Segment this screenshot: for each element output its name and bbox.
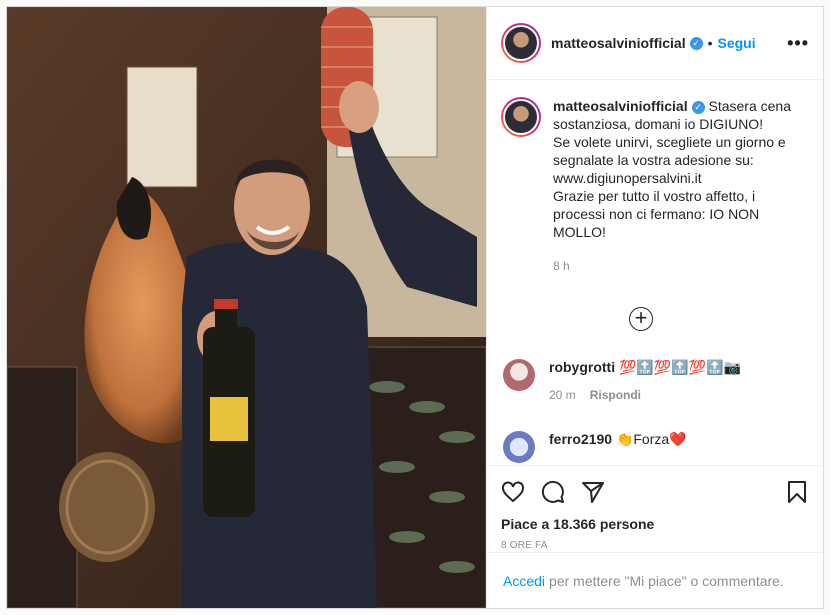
comment-login-prompt: Accedi per mettere "Mi piace" o commenta…: [487, 552, 823, 608]
header-separator: •: [707, 35, 713, 51]
like-heart-icon[interactable]: [501, 477, 541, 507]
load-more-comments-icon[interactable]: +: [629, 307, 653, 331]
caption-avatar[interactable]: [501, 97, 541, 137]
reply-button[interactable]: Rispondi: [590, 388, 641, 402]
login-link[interactable]: Accedi: [503, 573, 545, 589]
commenter-avatar[interactable]: [503, 431, 535, 463]
post-sidebar: matteosalviniofficial ✓ • Segui ••• matt…: [486, 7, 823, 608]
likes-count[interactable]: Piace a 18.366 persone: [501, 516, 809, 532]
comments-area[interactable]: matteosalviniofficial ✓ Stasera cena sost…: [487, 81, 823, 465]
comment-text: 👏Forza❤️: [615, 431, 687, 447]
commenter-avatar[interactable]: [503, 359, 535, 391]
post-timestamp[interactable]: 8 ORE FA: [501, 540, 809, 551]
post-photo-illustration: [7, 7, 486, 608]
verified-badge-icon: ✓: [691, 101, 705, 114]
post-actions: Piace a 18.366 persone 8 ORE FA: [487, 465, 823, 551]
comment-bubble-icon[interactable]: [541, 477, 581, 507]
caption-text: Stasera cena sostanziosa, domani io DIGI…: [553, 98, 791, 240]
more-options-icon[interactable]: •••: [787, 33, 809, 54]
caption: matteosalviniofficial ✓ Stasera cena sost…: [501, 97, 809, 275]
post-photo[interactable]: [7, 7, 486, 608]
comment-prompt-text: per mettere "Mi piace" o commentare.: [549, 572, 784, 589]
author-avatar[interactable]: [501, 23, 541, 63]
post-header: matteosalviniofficial ✓ • Segui •••: [487, 7, 823, 80]
verified-badge-icon: ✓: [689, 36, 703, 50]
comment-item: robygrotti 💯🔝💯🔝💯🔝📷 20 m Rispondi: [503, 359, 741, 402]
bookmark-save-icon[interactable]: [785, 477, 809, 507]
follow-button[interactable]: Segui: [718, 35, 756, 51]
post-modal: matteosalviniofficial ✓ • Segui ••• matt…: [6, 6, 824, 609]
commenter-username[interactable]: robygrotti: [549, 359, 615, 375]
comment-text: 💯🔝💯🔝💯🔝📷: [619, 359, 742, 375]
commenter-username[interactable]: ferro2190: [549, 431, 612, 447]
share-paper-plane-icon[interactable]: [581, 477, 621, 507]
comment-time: 20 m: [549, 388, 576, 402]
caption-time: 8 h: [553, 259, 570, 273]
author-username[interactable]: matteosalviniofficial: [551, 35, 686, 51]
comment-item: ferro2190 👏Forza❤️: [503, 431, 687, 463]
caption-username[interactable]: matteosalviniofficial: [553, 98, 688, 114]
